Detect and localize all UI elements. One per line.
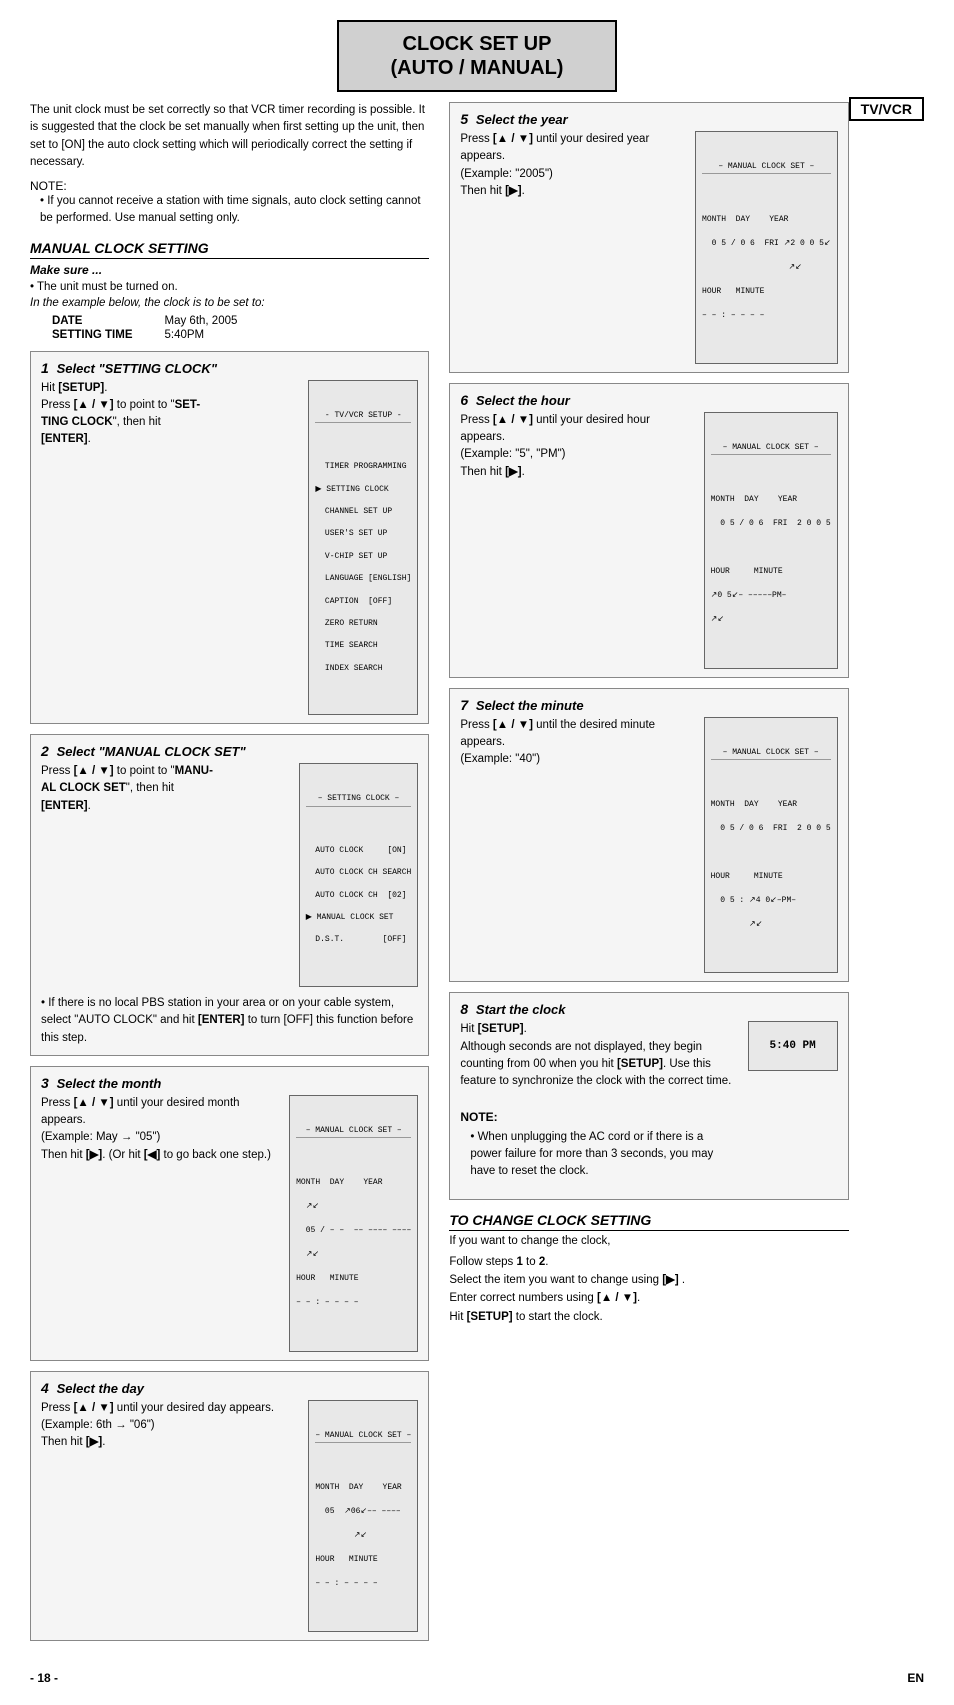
step-5-text: Press [▲ / ▼] until your desired year ap…	[460, 131, 685, 200]
change-step-3: Enter correct numbers using [▲ / ▼].	[449, 1289, 848, 1307]
step-8-block: 8 Start the clock Hit [SETUP]. Although …	[449, 992, 848, 1199]
date-value: May 6th, 2005	[165, 315, 238, 327]
intro-notes: If you cannot receive a station with tim…	[30, 193, 429, 228]
step-7-lcd: – MANUAL CLOCK SET – MONTH DAY YEAR 0 5 …	[704, 717, 838, 974]
change-clock-heading: TO CHANGE CLOCK SETTING	[449, 1212, 848, 1231]
page-title-box: CLOCK SET UP (AUTO / MANUAL)	[337, 20, 617, 92]
left-column: The unit clock must be set correctly so …	[30, 102, 429, 1651]
step-1-block: 1 Select "SETTING CLOCK" Hit [SETUP]. Pr…	[30, 351, 429, 725]
page-number: - 18 -	[30, 1671, 58, 1685]
step-4-text: Press [▲ / ▼] until your desired day app…	[41, 1400, 298, 1452]
step-2-lcd: – SETTING CLOCK – AUTO CLOCK [ON] AUTO C…	[299, 763, 419, 987]
intro-note-item: If you cannot receive a station with tim…	[40, 193, 429, 228]
step-4-block: 4 Select the day Press [▲ / ▼] until you…	[30, 1371, 429, 1642]
step-5-block: 5 Select the year Press [▲ / ▼] until yo…	[449, 102, 848, 373]
tv-vcr-badge: TV/VCR	[849, 97, 924, 121]
step-2-text: Press [▲ / ▼] to point to "MANU-AL CLOCK…	[41, 763, 289, 815]
change-clock-section: TO CHANGE CLOCK SETTING If you want to c…	[449, 1212, 848, 1327]
time-value: 5:40PM	[165, 329, 238, 341]
change-intro: If you want to change the clock,	[449, 1235, 848, 1247]
step-6-lcd: – MANUAL CLOCK SET – MONTH DAY YEAR 0 5 …	[704, 412, 838, 669]
change-step-4: Hit [SETUP] to start the clock.	[449, 1308, 848, 1326]
step-1-lcd: - TV/VCR SETUP - TIMER PROGRAMMING ▶ SET…	[308, 380, 418, 716]
page-lang: EN	[907, 1671, 924, 1685]
date-label: DATE	[52, 315, 163, 327]
step-7-text: Press [▲ / ▼] until the desired minute a…	[460, 717, 693, 769]
step-3-block: 3 Select the month Press [▲ / ▼] until y…	[30, 1066, 429, 1361]
step-1-number: 1 Select "SETTING CLOCK"	[41, 360, 418, 376]
step-5-number: 5 Select the year	[460, 111, 837, 127]
intro-note-label: NOTE:	[30, 179, 429, 193]
step-8-number: 8 Start the clock	[460, 1001, 837, 1017]
italic-note: In the example below, the clock is to be…	[30, 297, 429, 309]
step-5-lcd: – MANUAL CLOCK SET – MONTH DAY YEAR 0 5 …	[695, 131, 838, 364]
step-6-text: Press [▲ / ▼] until your desired hour ap…	[460, 412, 693, 481]
time-label: SETTING TIME	[52, 329, 163, 341]
clock-display: 5:40 PM	[770, 1039, 816, 1054]
step-7-block: 7 Select the minute Press [▲ / ▼] until …	[449, 688, 848, 983]
change-steps-list: Follow steps 1 to 2. Select the item you…	[449, 1253, 848, 1327]
step-8-note-label: NOTE:	[460, 1110, 497, 1124]
right-column: 5 Select the year Press [▲ / ▼] until yo…	[449, 102, 848, 1651]
step-2-bullets: If there is no local PBS station in your…	[41, 995, 418, 1047]
page-title: CLOCK SET UP (AUTO / MANUAL)	[359, 32, 595, 80]
step-3-number: 3 Select the month	[41, 1075, 418, 1091]
step-3-text: Press [▲ / ▼] until your desired month a…	[41, 1095, 279, 1164]
step-2-bullet-item: If there is no local PBS station in your…	[41, 995, 418, 1047]
step-8-note-list: When unplugging the AC cord or if there …	[460, 1129, 737, 1181]
page-footer: - 18 - EN	[30, 1671, 924, 1685]
step-4-lcd: – MANUAL CLOCK SET – MONTH DAY YEAR 05 ↗…	[308, 1400, 418, 1633]
step-4-number: 4 Select the day	[41, 1380, 418, 1396]
manual-clock-heading: MANUAL CLOCK SETTING	[30, 240, 429, 259]
step-6-number: 6 Select the hour	[460, 392, 837, 408]
step-1-text: Hit [SETUP]. Press [▲ / ▼] to point to "…	[41, 380, 298, 449]
date-time-table: DATE May 6th, 2005 SETTING TIME 5:40PM	[50, 313, 239, 343]
make-sure-label: Make sure ...	[30, 263, 429, 277]
intro-paragraph: The unit clock must be set correctly so …	[30, 102, 429, 171]
step-7-number: 7 Select the minute	[460, 697, 837, 713]
step-8-lcd: 5:40 PM	[748, 1021, 838, 1071]
step-2-block: 2 Select "MANUAL CLOCK SET" Press [▲ / ▼…	[30, 734, 429, 1056]
change-step-1: Follow steps 1 to 2.	[449, 1253, 848, 1271]
step-2-number: 2 Select "MANUAL CLOCK SET"	[41, 743, 418, 759]
step-6-block: 6 Select the hour Press [▲ / ▼] until yo…	[449, 383, 848, 678]
change-step-2: Select the item you want to change using…	[449, 1271, 848, 1289]
step-3-lcd: – MANUAL CLOCK SET – MONTH DAY YEAR ↗↙ 0…	[289, 1095, 418, 1352]
step-8-text: Hit [SETUP]. Although seconds are not di…	[460, 1021, 737, 1190]
unit-on-bullet: • The unit must be turned on.	[30, 281, 429, 293]
step-8-note-item: When unplugging the AC cord or if there …	[470, 1129, 737, 1181]
